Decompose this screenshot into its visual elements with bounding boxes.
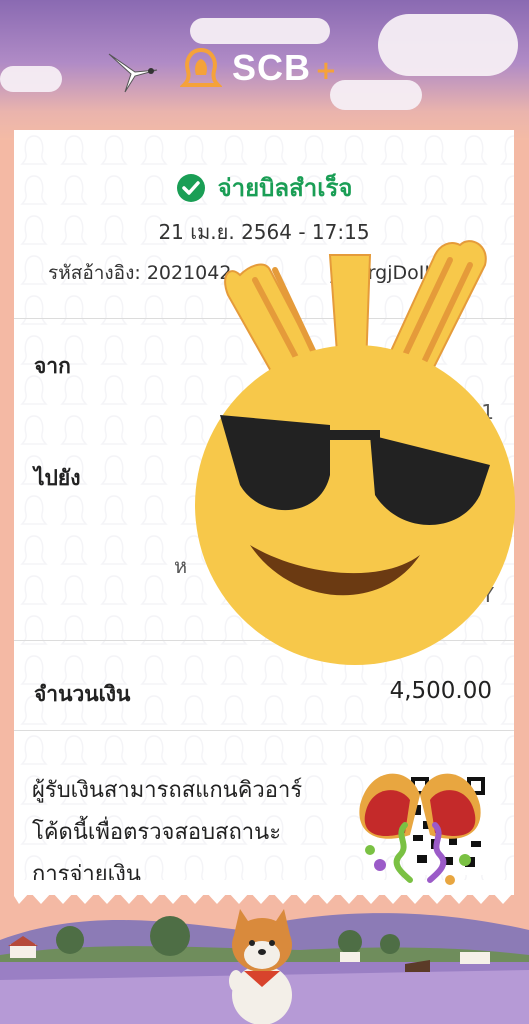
check-circle-icon [176,173,205,202]
cloud [378,14,518,76]
qr-note: ผู้รับเงินสามารถสแกนคิวอาร์ โค้ดนี้เพื่อ… [32,770,352,895]
cloud [0,66,62,92]
brand-name: SCB [232,47,312,88]
brand-plus: + [315,56,337,86]
cloud [330,80,422,110]
divider [14,730,514,731]
party-sticker [359,773,481,885]
qr-note-line: โค้ดนี้เพื่อตรวจสอบสถานะ [32,820,282,845]
payment-status: จ่ายบิลสำเร็จ [14,168,514,207]
scb-logo-icon [180,47,222,87]
to-label: ไปยัง [34,466,81,490]
shiba-dog-sticker [229,909,292,1024]
cool-emoji-sticker [195,240,515,665]
from-label: จาก [34,354,71,378]
reference-label: รหัสอ้างอิง: [48,262,141,284]
cloud [190,18,330,44]
brand-logo: SCB + [180,44,337,92]
bird-icon [108,53,158,93]
amount-label: จำนวนเงิน [34,682,131,706]
status-text: จ่ายบิลสำเร็จ [217,174,353,202]
qr-note-line: ผู้รับเงินสามารถสแกนคิวอาร์ [32,778,303,803]
amount-value: 4,500.00 [389,678,492,704]
